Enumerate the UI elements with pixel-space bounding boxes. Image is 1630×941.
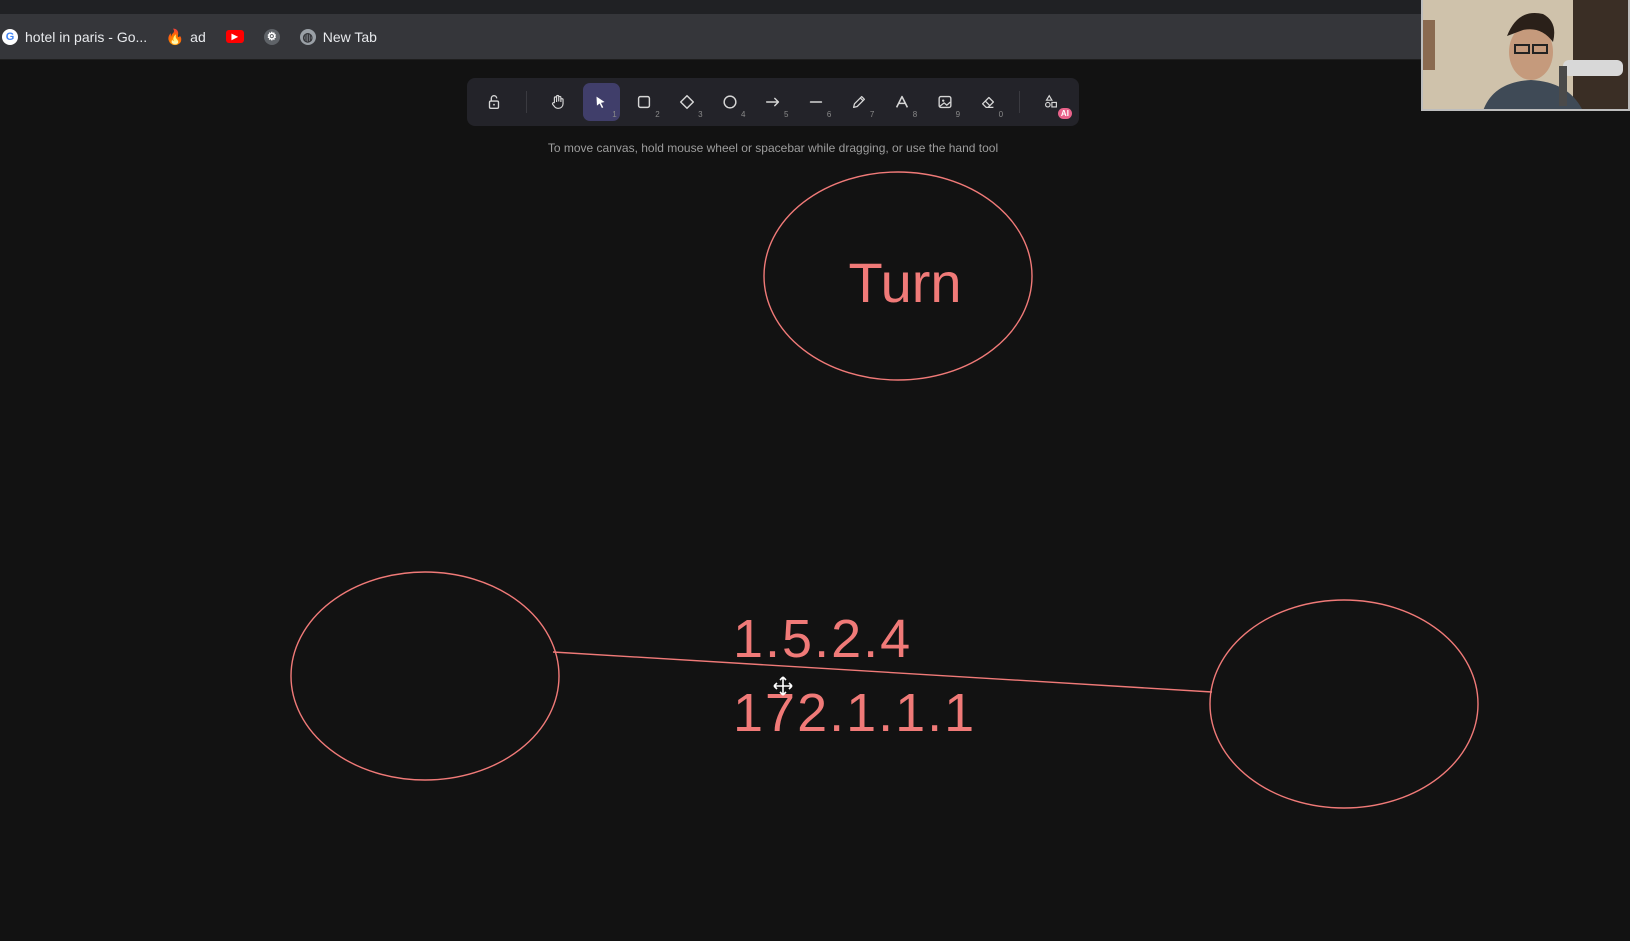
hand-tool[interactable] (540, 83, 577, 121)
rectangle-icon (638, 95, 651, 109)
shapes-icon (1045, 94, 1058, 108)
hand-icon (552, 94, 564, 109)
ellipse-icon (723, 95, 737, 109)
image-tool[interactable]: 9 (926, 83, 963, 121)
shortcut-key: 9 (955, 110, 961, 119)
move-cursor-icon (773, 676, 793, 696)
shortcut-key: 7 (869, 110, 875, 119)
eraser-icon (981, 96, 994, 109)
shortcut-key: 1 (612, 110, 617, 119)
right-peer-ellipse[interactable] (1209, 599, 1479, 809)
shortcut-key: 4 (741, 110, 746, 119)
bookmark-youtube[interactable]: ▶ (225, 30, 244, 43)
shortcut-key: 5 (783, 110, 789, 119)
rectangle-tool[interactable]: 2 (626, 83, 663, 121)
bookmark-label: ad (190, 28, 206, 45)
turn-server-ellipse[interactable] (763, 171, 1033, 381)
shortcut-key: 0 (998, 110, 1004, 119)
lock-tool[interactable] (476, 83, 513, 121)
pointer-icon (596, 96, 605, 109)
youtube-icon: ▶ (225, 30, 244, 43)
shortcut-key: 8 (912, 110, 918, 119)
shortcut-key: 6 (826, 110, 832, 119)
line-icon (809, 101, 823, 103)
left-peer-ellipse[interactable] (290, 571, 560, 781)
text-icon (895, 95, 908, 108)
selection-tool[interactable]: 1 (582, 83, 620, 121)
lock-icon (489, 95, 500, 109)
browser-title-strip (0, 0, 1630, 14)
public-ip-text[interactable]: 1.5.2.4 (733, 609, 912, 669)
shortcut-key: 2 (655, 110, 660, 119)
draw-tool[interactable]: 7 (840, 83, 877, 121)
image-icon (938, 95, 952, 109)
gear-icon: ⚙ (263, 28, 280, 45)
flame-icon: 🔥 (165, 28, 185, 46)
canvas-hint: To move canvas, hold mouse wheel or spac… (547, 141, 999, 155)
bookmark-hotel[interactable]: G hotel in paris - Go... (2, 28, 148, 45)
diamond-tool[interactable]: 3 (669, 83, 706, 121)
bookmark-new-tab[interactable]: ◍ New Tab (299, 28, 377, 45)
arrow-tool[interactable]: 5 (755, 83, 792, 121)
toolbar-divider (1019, 91, 1020, 113)
diamond-icon (680, 94, 695, 110)
text-tool[interactable]: 8 (883, 83, 920, 121)
bookmarks-bar: G hotel in paris - Go... 🔥 ad ▶ ⚙ ◍ New … (0, 14, 1630, 60)
line-tool[interactable]: 6 (797, 83, 834, 121)
ai-badge: AI (1057, 108, 1072, 119)
globe-icon: ◍ (299, 28, 316, 45)
bookmark-label: hotel in paris - Go... (25, 28, 148, 45)
arrow-icon (765, 97, 780, 107)
pencil-icon (852, 95, 865, 109)
webcam-overlay (1421, 0, 1630, 111)
turn-label[interactable]: Turn (848, 251, 961, 314)
bookmark-ad[interactable]: 🔥 ad (165, 28, 206, 46)
shortcut-key: 3 (698, 110, 703, 119)
presenter-video (1423, 0, 1628, 109)
eraser-tool[interactable]: 0 (969, 83, 1006, 121)
ellipse-tool[interactable]: 4 (712, 83, 749, 121)
google-icon: G (2, 28, 18, 45)
bookmark-label: New Tab (322, 28, 377, 45)
more-tools-button[interactable]: AI (1033, 83, 1072, 121)
connection-line[interactable] (552, 651, 1213, 693)
bookmark-settings[interactable]: ⚙ (263, 28, 280, 45)
private-ip-text[interactable]: 172.1.1.1 (733, 683, 976, 743)
drawing-toolbar: 1 2 3 4 5 6 7 8 9 0 AI (467, 78, 1079, 126)
toolbar-divider (525, 91, 527, 113)
